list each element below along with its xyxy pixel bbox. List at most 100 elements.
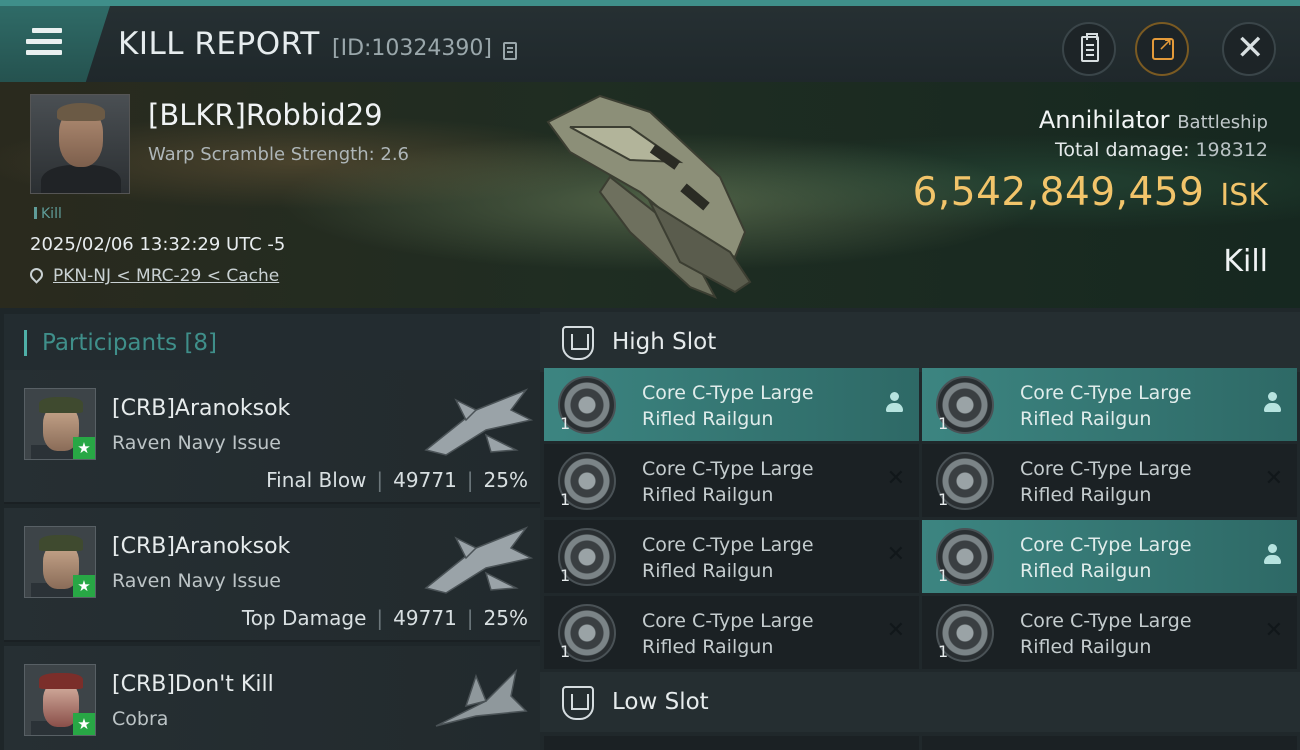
- participant-role: Final Blow: [266, 468, 367, 492]
- star-icon: ★: [73, 575, 95, 597]
- menu-icon: [26, 28, 62, 56]
- slot-item[interactable]: 1 Core C-Type Large Rifled Railgun ✕: [544, 520, 919, 593]
- item-quantity: 1: [560, 414, 571, 433]
- item-quantity: 1: [938, 490, 949, 509]
- clipboard-button[interactable]: [1062, 22, 1116, 76]
- report-id: [ID:10324390]: [332, 36, 492, 61]
- item-name: Core C-Type Large Rifled Railgun: [642, 610, 814, 658]
- slot-item[interactable]: 1 Core C-Type Large Rifled Railgun ✕: [922, 596, 1297, 669]
- participants-header: Participants [8]: [4, 314, 540, 372]
- slot-item[interactable]: [544, 736, 919, 750]
- item-name: Core C-Type Large Rifled Railgun: [642, 458, 814, 506]
- participant-ship: Raven Navy Issue: [112, 432, 281, 454]
- person-icon: [1263, 392, 1281, 414]
- participant-role: Top Damage: [241, 606, 367, 630]
- item-name: Core C-Type Large Rifled Railgun: [642, 382, 814, 430]
- item-quantity: 1: [938, 642, 949, 661]
- person-icon: [1263, 544, 1281, 566]
- participant-name: [CRB]Aranoksok: [112, 396, 291, 421]
- item-quantity: 1: [560, 642, 571, 661]
- location-pin-icon: [27, 265, 46, 284]
- share-icon: [1152, 34, 1174, 60]
- participant-row[interactable]: ★ [CRB]Aranoksok Raven Navy Issue Top Da…: [4, 508, 540, 642]
- top-bar: KILL REPORT [ID:10324390] ✕: [0, 0, 1300, 82]
- item-name: Core C-Type Large Rifled Railgun: [642, 534, 814, 582]
- menu-button[interactable]: [0, 6, 110, 82]
- cross-icon: ✕: [886, 542, 905, 567]
- victim-ship-image: [546, 94, 752, 299]
- star-icon: ★: [73, 713, 95, 735]
- low-slot-label: Low Slot: [612, 689, 709, 715]
- kill-location-link[interactable]: PKN-NJ < MRC-29 < Cache: [53, 266, 279, 286]
- participant-stats: Top Damage | 49771 | 25%: [241, 606, 528, 630]
- page-title: KILL REPORT: [118, 26, 320, 62]
- close-icon: ✕: [1236, 28, 1265, 68]
- cross-icon: ✕: [1264, 618, 1283, 643]
- total-damage: Total damage: 198312: [1055, 139, 1268, 161]
- total-damage-label: Total damage:: [1055, 139, 1190, 161]
- copy-icon[interactable]: [503, 42, 517, 60]
- item-quantity: 1: [560, 566, 571, 585]
- victim-summary: [BLKR]Robbid29 Warp Scramble Strength: 2…: [0, 82, 1300, 308]
- participant-ship: Raven Navy Issue: [112, 570, 281, 592]
- item-quantity: 1: [560, 490, 571, 509]
- slot-item[interactable]: 1 Core C-Type Large Rifled Railgun ✕: [922, 444, 1297, 517]
- star-icon: ★: [73, 437, 95, 459]
- participant-percent: 25%: [483, 468, 528, 492]
- participant-row[interactable]: ★ [CRB]Aranoksok Raven Navy Issue Final …: [4, 370, 540, 504]
- cross-icon: ✕: [1264, 466, 1283, 491]
- share-button[interactable]: [1135, 22, 1189, 76]
- kill-tag: Kill: [34, 206, 62, 222]
- item-name: Core C-Type Large Rifled Railgun: [1020, 534, 1192, 582]
- shield-icon: [562, 686, 594, 720]
- participant-stats: Final Blow | 49771 | 25%: [266, 468, 528, 492]
- slot-item[interactable]: 1 Core C-Type Large Rifled Railgun ✕: [544, 444, 919, 517]
- participants-title: Participants [8]: [42, 330, 217, 356]
- slot-item[interactable]: 1 Core C-Type Large Rifled Railgun: [922, 368, 1297, 441]
- participant-name: [CRB]Don't Kill: [112, 672, 274, 697]
- participant-avatar[interactable]: ★: [24, 664, 96, 736]
- participant-ship: Cobra: [112, 708, 169, 730]
- cross-icon: ✕: [886, 618, 905, 643]
- warp-scramble-strength: Warp Scramble Strength: 2.6: [148, 144, 410, 165]
- item-name: Core C-Type Large Rifled Railgun: [1020, 382, 1192, 430]
- high-slot-header: High Slot: [540, 312, 1300, 372]
- participant-percent: 25%: [483, 606, 528, 630]
- total-damage-value: 198312: [1195, 139, 1268, 161]
- shield-icon: [562, 326, 594, 360]
- participant-damage: 49771: [393, 468, 457, 492]
- person-icon: [885, 392, 903, 414]
- kill-result: Kill: [1223, 244, 1268, 279]
- victim-pilot-name[interactable]: [BLKR]Robbid29: [148, 98, 383, 132]
- ship-name: Annihilator: [1038, 106, 1170, 134]
- slot-item[interactable]: 1 Core C-Type Large Rifled Railgun ✕: [544, 596, 919, 669]
- slot-item[interactable]: [922, 736, 1297, 750]
- close-button[interactable]: ✕: [1222, 22, 1276, 76]
- participant-avatar[interactable]: ★: [24, 388, 96, 460]
- isk-unit: ISK: [1220, 178, 1268, 213]
- participant-avatar[interactable]: ★: [24, 526, 96, 598]
- slot-item[interactable]: 1 Core C-Type Large Rifled Railgun: [544, 368, 919, 441]
- item-name: Core C-Type Large Rifled Railgun: [1020, 610, 1192, 658]
- low-slot-header: Low Slot: [540, 672, 1300, 732]
- slot-item[interactable]: 1 Core C-Type Large Rifled Railgun: [922, 520, 1297, 593]
- participant-ship-image: [424, 526, 534, 594]
- high-slot-label: High Slot: [612, 329, 717, 355]
- participant-damage: 49771: [393, 606, 457, 630]
- kill-datetime: 2025/02/06 13:32:29 UTC -5: [30, 234, 286, 255]
- ship-class: Battleship: [1177, 112, 1268, 133]
- victim-ship-type: Annihilator Battleship: [1039, 106, 1268, 134]
- item-quantity: 1: [938, 414, 949, 433]
- clipboard-icon: [1081, 33, 1099, 62]
- participants-panel: Participants [8] ★ [CRB]Aranoksok Raven …: [0, 308, 540, 750]
- cross-icon: ✕: [886, 466, 905, 491]
- item-name: Core C-Type Large Rifled Railgun: [1020, 458, 1192, 506]
- item-quantity: 1: [938, 566, 949, 585]
- isk-value: 6,542,849,459 ISK: [913, 170, 1268, 215]
- isk-amount: 6,542,849,459: [912, 170, 1205, 215]
- victim-avatar[interactable]: [30, 94, 130, 194]
- participant-row[interactable]: ★ [CRB]Don't Kill Cobra: [4, 646, 540, 750]
- participant-ship-image: [424, 388, 534, 456]
- participant-ship-image: [435, 668, 528, 727]
- fitting-panel: High Slot 1 Core C-Type Large Rifled Rail…: [540, 308, 1300, 750]
